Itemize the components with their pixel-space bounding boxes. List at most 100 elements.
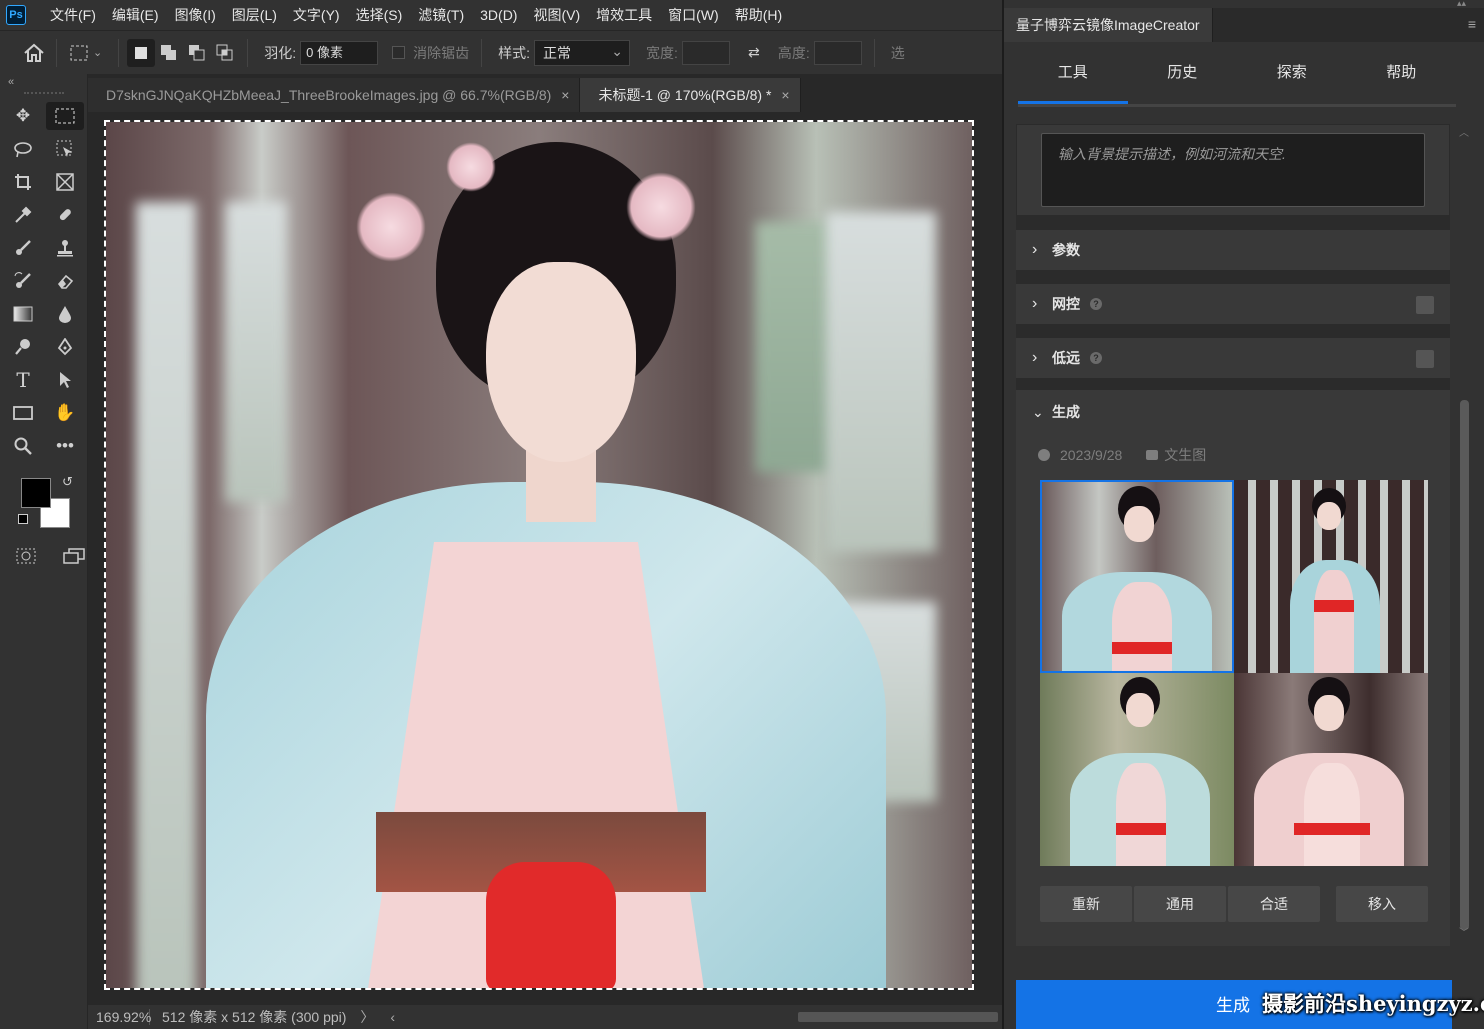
screen-mode-icon[interactable] <box>62 542 86 570</box>
panel-title[interactable]: 量子博弈云镜像ImageCreator <box>1004 8 1213 42</box>
panel-menu-icon[interactable]: ≡ <box>1468 16 1476 32</box>
menu-select[interactable]: 选择(S) <box>348 0 411 30</box>
separator <box>56 38 57 67</box>
type-tool-icon[interactable]: T <box>4 366 42 394</box>
zoom-tool-icon[interactable] <box>4 432 42 460</box>
gradient-tool-icon[interactable] <box>4 300 42 328</box>
rectangle-tool-icon[interactable] <box>4 399 42 427</box>
healing-brush-tool-icon[interactable] <box>46 201 84 229</box>
panel-collapse-bar[interactable]: ▴▴ <box>1004 0 1484 8</box>
scroll-up-icon[interactable]: ︿ <box>1458 124 1470 139</box>
horizontal-scrollbar[interactable] <box>798 1012 998 1022</box>
close-icon[interactable]: × <box>781 87 789 103</box>
chevron-left-icon[interactable]: ‹ <box>390 1009 395 1025</box>
menu-window[interactable]: 窗口(W) <box>660 0 727 30</box>
fit-button[interactable]: 合适 <box>1228 886 1320 922</box>
result-thumbnail[interactable] <box>1234 673 1428 866</box>
general-button[interactable]: 通用 <box>1134 886 1226 922</box>
panel-scrollbar[interactable]: ︿ ﹀ <box>1458 124 1470 946</box>
result-thumbnail[interactable] <box>1040 480 1234 673</box>
prompt-input[interactable]: 输入背景提示描述，例如河流和天空. <box>1041 133 1425 207</box>
clone-stamp-tool-icon[interactable] <box>46 234 84 262</box>
width-input[interactable] <box>681 40 730 65</box>
section-generate: ⌄ 生成 2023/9/28 文生图 重新 通用 合适 移入 <box>1016 390 1450 946</box>
sash <box>486 862 616 988</box>
menu-help[interactable]: 帮助(H) <box>727 0 790 30</box>
document-tab-untitled[interactable]: 未标题-1 @ 170%(RGB/8) * × <box>580 78 801 112</box>
menu-view[interactable]: 视图(V) <box>525 0 588 30</box>
section-netcontrol[interactable]: › 网控 ? <box>1016 284 1450 324</box>
scroll-down-icon[interactable]: ﹀ <box>1458 924 1470 939</box>
swap-dimensions-icon[interactable]: ⇄ <box>740 39 768 67</box>
section-generate-header[interactable]: ⌄ 生成 <box>1016 390 1450 434</box>
menu-image[interactable]: 图像(I) <box>167 0 224 30</box>
add-selection-icon[interactable] <box>155 39 183 67</box>
height-input[interactable] <box>813 40 862 65</box>
hand-tool-icon[interactable]: ✋ <box>46 399 84 427</box>
frame-tool-icon[interactable] <box>46 168 84 196</box>
tab-tools[interactable]: 工具 <box>1018 58 1128 104</box>
pen-tool-icon[interactable] <box>46 333 84 361</box>
subtract-selection-icon[interactable] <box>183 39 211 67</box>
collapse-toolbar-icon[interactable]: « <box>0 74 87 90</box>
document-tab-photo[interactable]: D7sknGJNQaKQHZbMeeaJ_ThreeBrookeImages.j… <box>88 78 581 112</box>
tab-help[interactable]: 帮助 <box>1347 58 1457 104</box>
move-tool-icon[interactable]: ✥ <box>4 102 42 130</box>
marquee-preset-icon[interactable] <box>65 39 93 67</box>
help-icon[interactable]: ? <box>1090 298 1102 310</box>
move-in-button[interactable]: 移入 <box>1336 886 1428 922</box>
eraser-tool-icon[interactable] <box>46 267 84 295</box>
style-select[interactable]: 正常 <box>534 39 630 66</box>
chevron-down-icon[interactable]: ⌄ <box>93 46 102 59</box>
menu-3d[interactable]: 3D(D) <box>472 0 525 30</box>
menu-plugins[interactable]: 增效工具 <box>588 0 660 30</box>
section-lowfar[interactable]: › 低远 ? <box>1016 338 1450 378</box>
home-icon[interactable] <box>20 39 48 67</box>
intersect-selection-icon[interactable] <box>211 39 239 67</box>
menu-layer[interactable]: 图层(L) <box>224 0 285 30</box>
document-canvas[interactable] <box>104 120 974 990</box>
history-brush-tool-icon[interactable] <box>4 267 42 295</box>
chevron-right-icon[interactable]: 〉 <box>360 1007 374 1027</box>
result-thumbnail[interactable] <box>1234 480 1428 673</box>
new-selection-icon[interactable] <box>127 38 156 67</box>
section-title: 低远 <box>1052 350 1080 366</box>
dodge-tool-icon[interactable] <box>4 333 42 361</box>
foreground-color-swatch[interactable] <box>21 478 51 508</box>
menu-type[interactable]: 文字(Y) <box>285 0 348 30</box>
brush-tool-icon[interactable] <box>4 234 42 262</box>
select-and-mask-button[interactable]: 选 <box>891 43 905 63</box>
netcontrol-toggle[interactable] <box>1416 296 1434 314</box>
toolbar-grip[interactable] <box>23 92 64 96</box>
feather-input[interactable]: 0 像素 <box>300 40 379 65</box>
panel-body: 输入背景提示描述，例如河流和天空. › 参数 › 网控 ? › 低远 ? ⌄ 生… <box>1016 124 1450 946</box>
blur-tool-icon[interactable] <box>46 300 84 328</box>
menu-filter[interactable]: 滤镜(T) <box>410 0 472 30</box>
default-colors-icon[interactable] <box>18 514 28 524</box>
close-icon[interactable]: × <box>561 87 569 103</box>
canvas-area[interactable] <box>88 112 1002 1005</box>
antialias-checkbox[interactable] <box>392 46 406 59</box>
section-params[interactable]: › 参数 <box>1016 230 1450 270</box>
lasso-tool-icon[interactable] <box>4 135 42 163</box>
path-selection-tool-icon[interactable] <box>46 366 84 394</box>
help-icon[interactable]: ? <box>1090 352 1102 364</box>
swap-colors-icon[interactable]: ↺ <box>62 474 73 490</box>
menu-file[interactable]: 文件(F) <box>42 0 104 30</box>
lowfar-toggle[interactable] <box>1416 350 1434 368</box>
eyedropper-tool-icon[interactable] <box>4 201 42 229</box>
scrollbar-thumb[interactable] <box>1460 400 1469 930</box>
crop-tool-icon[interactable] <box>4 168 42 196</box>
menu-edit[interactable]: 编辑(E) <box>104 0 167 30</box>
zoom-level[interactable]: 169.92% <box>88 1009 151 1025</box>
object-selection-tool-icon[interactable] <box>46 135 84 163</box>
rectangular-marquee-tool-icon[interactable] <box>46 102 84 130</box>
tab-explore[interactable]: 探索 <box>1237 58 1347 104</box>
style-label: 样式: <box>498 44 530 61</box>
quick-mask-icon[interactable] <box>14 542 38 570</box>
hair-flower <box>446 142 496 192</box>
tab-history[interactable]: 历史 <box>1128 58 1238 104</box>
regenerate-button[interactable]: 重新 <box>1040 886 1132 922</box>
result-thumbnail[interactable] <box>1040 673 1234 866</box>
more-tools-icon[interactable]: ••• <box>46 432 84 460</box>
